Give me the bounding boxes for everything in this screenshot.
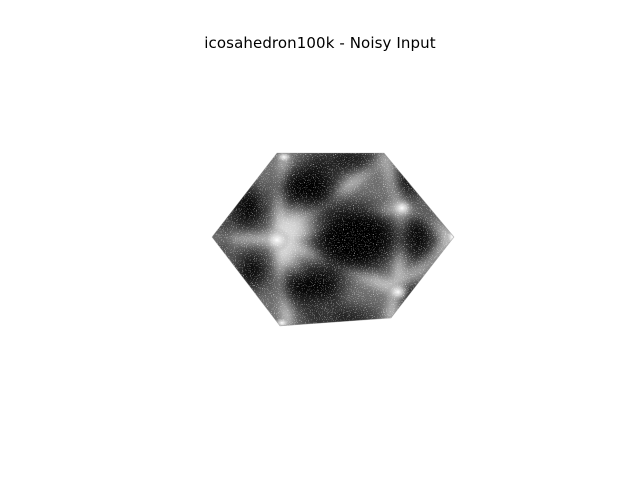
icosahedron-render — [211, 152, 455, 327]
figure: icosahedron100k - Noisy Input — [0, 0, 640, 480]
